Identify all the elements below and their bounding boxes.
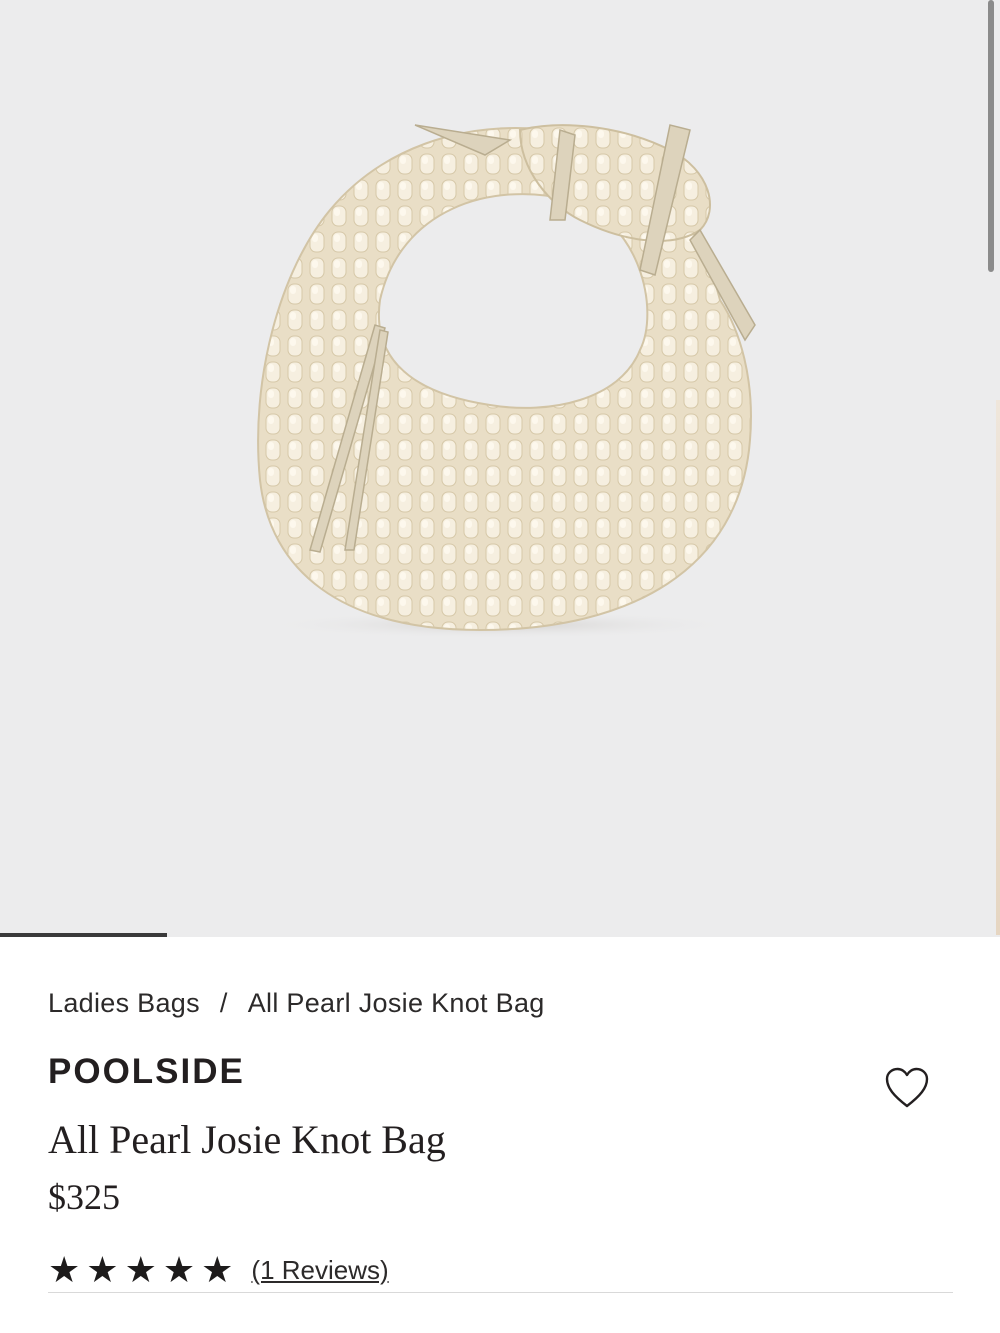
heart-outline-icon — [885, 1067, 929, 1108]
star-filled-icon: ★ — [124, 1249, 157, 1290]
star-filled-icon: ★ — [162, 1249, 196, 1290]
product-title: All Pearl Josie Knot Bag — [48, 1117, 446, 1162]
product-price: $325 — [48, 1177, 120, 1217]
rating-summary: ★ ★ ★ ★ ★ (1 Reviews) — [48, 1250, 389, 1290]
carousel-progress-bar — [0, 933, 167, 937]
product-image-carousel[interactable] — [0, 0, 1000, 936]
product-image — [257, 124, 756, 639]
next-image-peek[interactable] — [996, 400, 1000, 936]
breadcrumb-item-ladies-bags[interactable]: Ladies Bags — [48, 988, 200, 1019]
star-filled-icon: ★ — [201, 1249, 234, 1290]
star-filled-icon: ★ — [48, 1249, 81, 1290]
breadcrumb-item-current[interactable]: All Pearl Josie Knot Bag — [248, 988, 545, 1019]
section-divider — [48, 1292, 953, 1293]
breadcrumb-separator: / — [219, 988, 228, 1018]
star-filled-icon: ★ — [86, 1249, 119, 1290]
carousel-progress-track — [0, 933, 1000, 937]
breadcrumb: Ladies Bags / All Pearl Josie Knot Bag — [48, 988, 545, 1019]
star-rating[interactable]: ★ ★ ★ ★ ★ — [48, 1250, 233, 1290]
scrollbar[interactable] — [988, 0, 994, 272]
brand-name[interactable]: POOLSIDE — [48, 1052, 245, 1092]
reviews-link[interactable]: (1 Reviews) — [251, 1255, 388, 1286]
wishlist-button[interactable] — [884, 1066, 930, 1110]
